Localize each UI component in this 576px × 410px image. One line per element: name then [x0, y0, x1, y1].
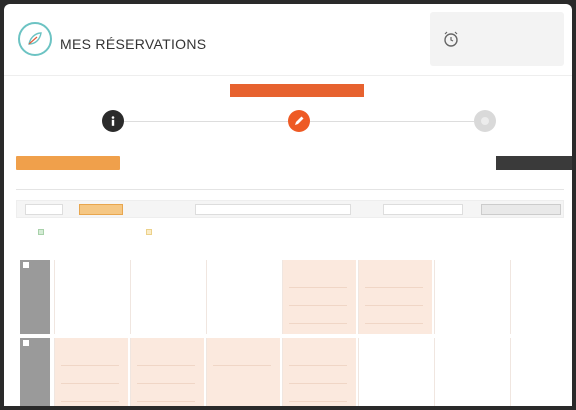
- step-banner: [230, 84, 364, 97]
- week-marker: [23, 340, 29, 346]
- meal-slot[interactable]: [289, 276, 347, 288]
- calendar-day-cell[interactable]: [282, 260, 356, 334]
- calendar-day-cell[interactable]: [206, 338, 280, 406]
- calendar-day-cell[interactable]: [206, 260, 280, 334]
- page-header: MES RÉSERVATIONS: [4, 4, 572, 76]
- alarm-clock-icon: [444, 31, 458, 47]
- week-tab[interactable]: [20, 338, 50, 406]
- calendar-day-cell[interactable]: [130, 338, 204, 406]
- meal-slot[interactable]: [365, 312, 423, 324]
- step-2[interactable]: [288, 110, 310, 132]
- calendar-day-cell[interactable]: [434, 260, 508, 334]
- meal-slot[interactable]: [289, 294, 347, 306]
- calendar-day-cell[interactable]: [510, 260, 572, 334]
- history-button[interactable]: [16, 156, 120, 170]
- divider: [16, 189, 564, 190]
- meal-slot[interactable]: [213, 354, 271, 366]
- meal-slot[interactable]: [289, 390, 347, 402]
- meal-slot[interactable]: [61, 372, 119, 384]
- apply-button[interactable]: [481, 204, 561, 215]
- meal-slot[interactable]: [365, 294, 423, 306]
- meal-slot[interactable]: [137, 354, 195, 366]
- meal-slot[interactable]: [61, 390, 119, 402]
- step-connector: [124, 121, 288, 122]
- calendar-day-cell[interactable]: [130, 260, 204, 334]
- legend-swatch: [38, 228, 44, 235]
- step-connector: [310, 121, 474, 122]
- meal-slot[interactable]: [61, 354, 119, 366]
- step-1[interactable]: [102, 110, 124, 132]
- app-logo: [18, 22, 52, 56]
- calendar-day-cell[interactable]: [54, 338, 128, 406]
- week-marker: [23, 262, 29, 268]
- date-range-field[interactable]: [195, 204, 351, 215]
- week-tab[interactable]: [20, 260, 50, 334]
- view-toggle-b[interactable]: [79, 204, 123, 215]
- meal-slot[interactable]: [365, 276, 423, 288]
- info-icon: [111, 116, 115, 126]
- meal-slot[interactable]: [289, 372, 347, 384]
- legend-partial: [146, 228, 155, 236]
- calendar-day-cell[interactable]: [54, 260, 128, 334]
- calendar-toolbar: [16, 200, 564, 218]
- calendar-day-cell[interactable]: [510, 338, 572, 406]
- meal-slot[interactable]: [137, 390, 195, 402]
- session-timer: [430, 12, 564, 66]
- calendar-day-cell[interactable]: [358, 260, 432, 334]
- pencil-icon: [295, 116, 304, 125]
- view-toggle-a[interactable]: [25, 204, 63, 215]
- calendar-day-cell[interactable]: [358, 338, 432, 406]
- meal-slot[interactable]: [137, 372, 195, 384]
- circle-icon: [481, 117, 489, 125]
- meal-slot[interactable]: [289, 354, 347, 366]
- meal-slot[interactable]: [289, 312, 347, 324]
- calendar-day-cell[interactable]: [282, 338, 356, 406]
- period-select[interactable]: [383, 204, 463, 215]
- leaf-icon: [28, 32, 42, 45]
- page-title: MES RÉSERVATIONS: [60, 36, 207, 52]
- calendar-day-cell[interactable]: [434, 338, 508, 406]
- legend-swatch: [146, 228, 152, 235]
- next-step-button[interactable]: [496, 156, 572, 170]
- app-window: { "colors": { "accent": "#ee5a24", "bann…: [4, 4, 572, 406]
- legend-modified: [38, 228, 47, 236]
- step-3[interactable]: [474, 110, 496, 132]
